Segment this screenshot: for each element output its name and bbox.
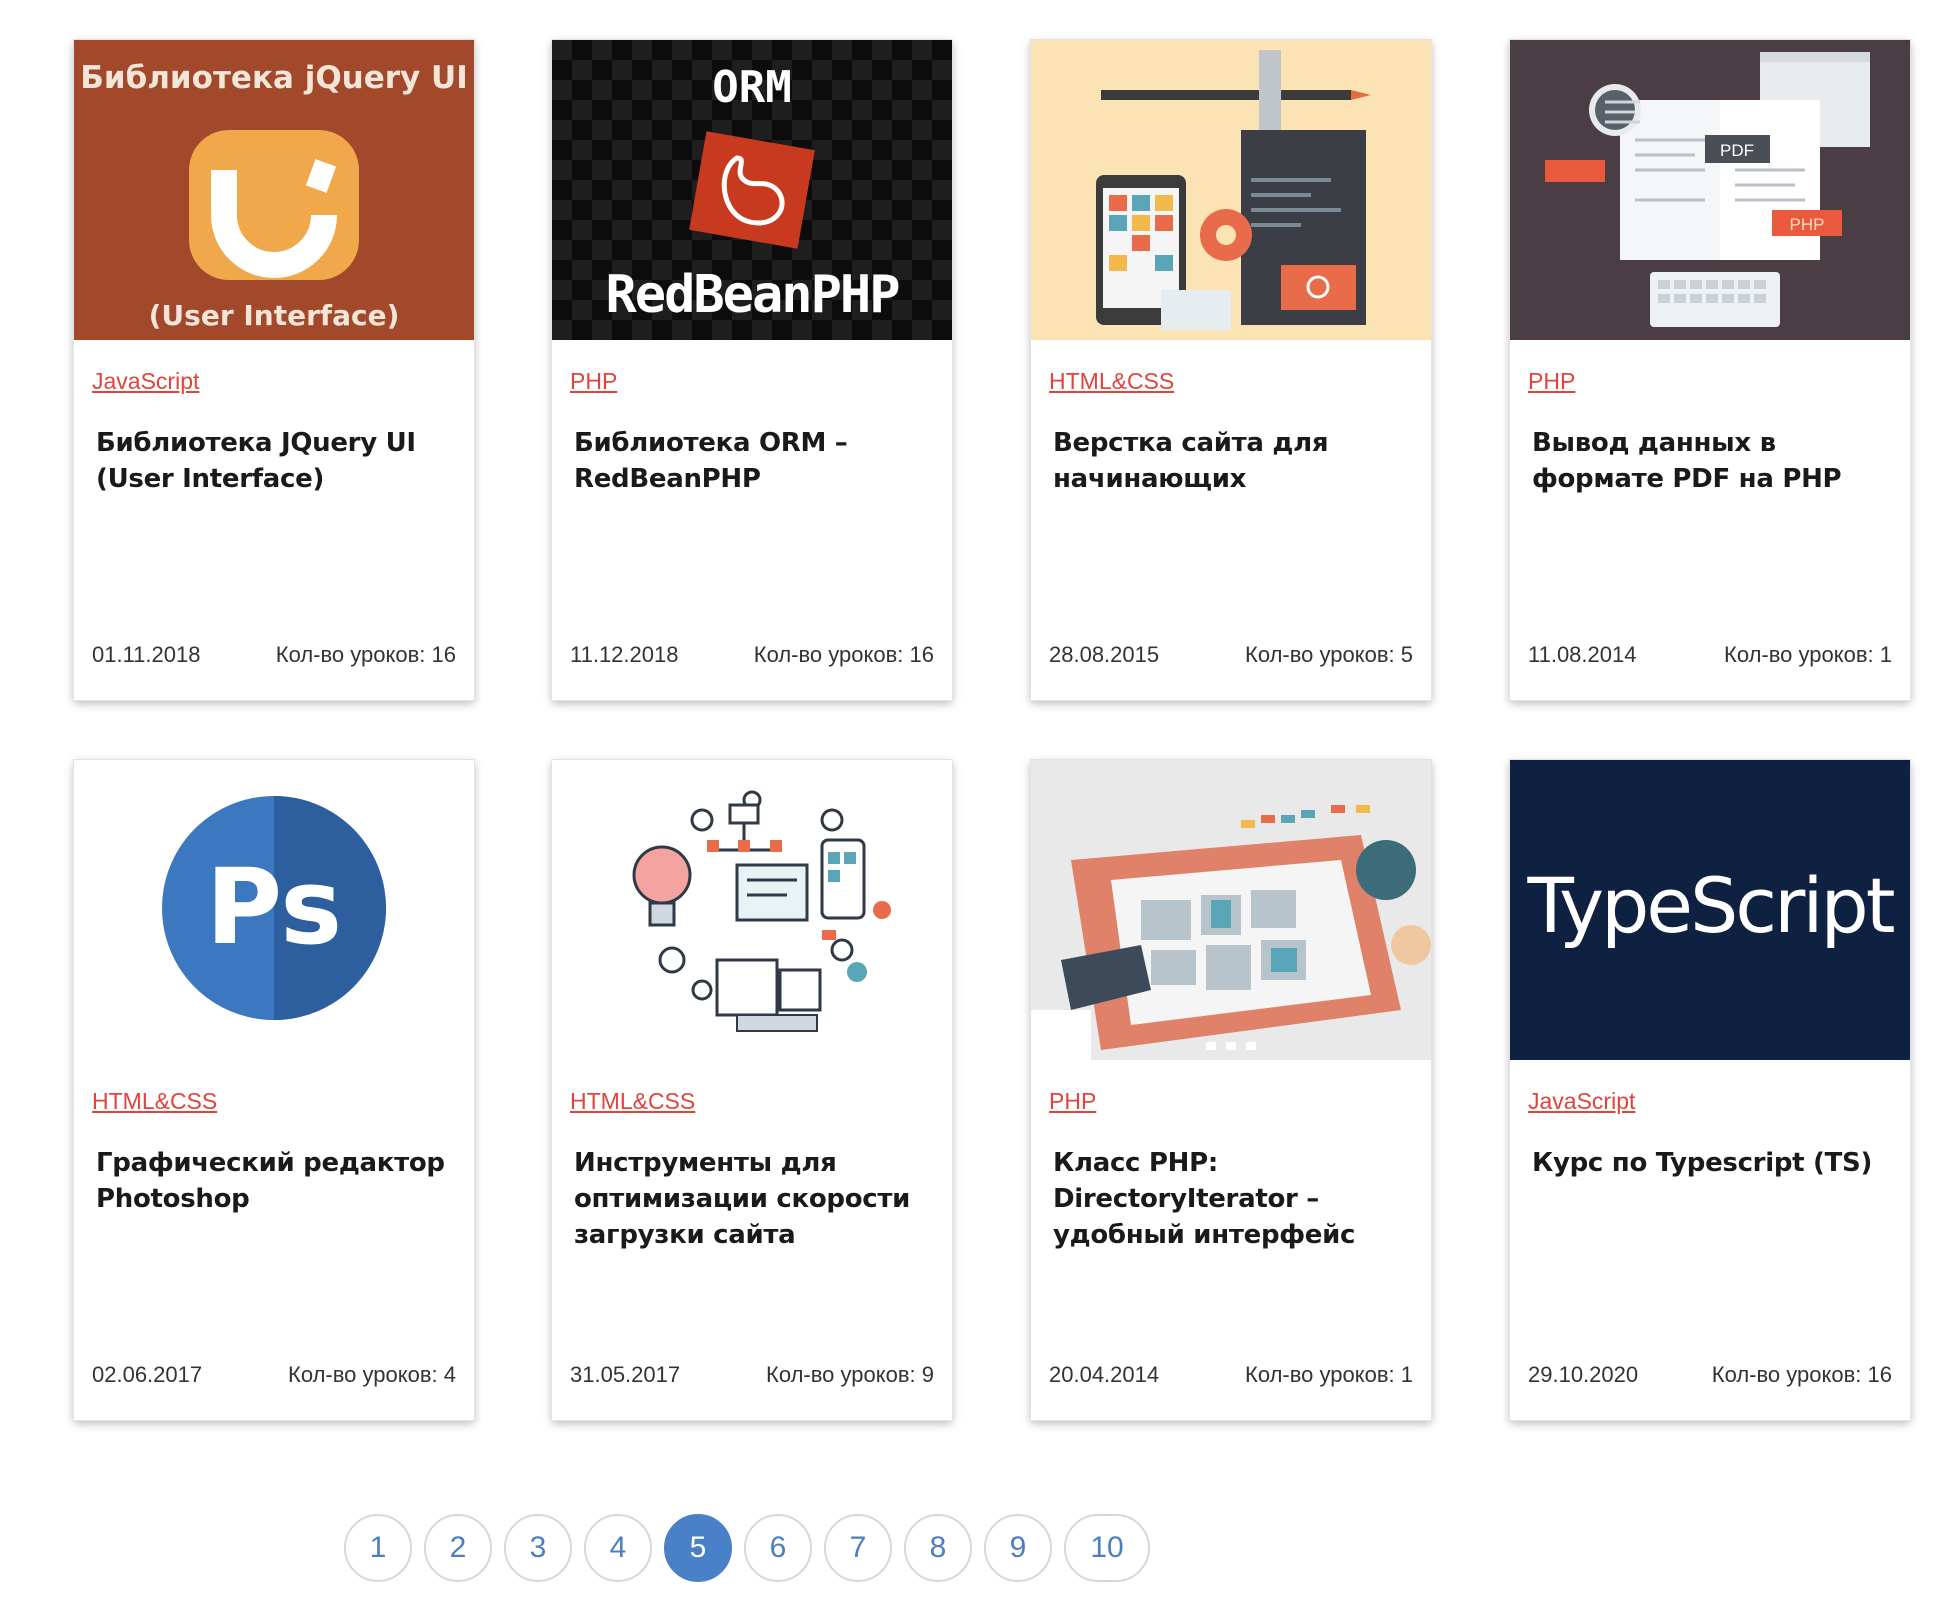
category-link[interactable]: HTML&CSS	[570, 1088, 695, 1115]
page-link-5-current[interactable]: 5	[664, 1514, 732, 1582]
course-thumbnail-pdf[interactable]: PDF PHP	[1510, 40, 1910, 340]
course-card[interactable]: Библиотека jQuery UI (User Interface) Ja…	[74, 40, 474, 700]
course-thumbnail-layout[interactable]	[1031, 40, 1431, 340]
pdf-document-illustration: PDF PHP	[1510, 40, 1910, 340]
page-link-2[interactable]: 2	[424, 1514, 492, 1582]
course-date: 28.08.2015	[1049, 642, 1160, 667]
course-date: 20.04.2014	[1049, 1362, 1160, 1387]
category-link[interactable]: HTML&CSS	[1049, 368, 1174, 395]
course-date: 29.10.2020	[1528, 1362, 1639, 1387]
course-date: 01.11.2018	[92, 642, 201, 667]
lesson-count: Кол-во уроков: 5	[1245, 642, 1413, 667]
typescript-text: TypeScript	[1527, 861, 1894, 950]
course-card[interactable]: TypeScript JavaScript Курс по Typescript…	[1510, 760, 1910, 1420]
page-link-1[interactable]: 1	[344, 1514, 412, 1582]
page-link-9[interactable]: 9	[984, 1514, 1052, 1582]
lesson-count: Кол-во уроков: 1	[1245, 1362, 1413, 1387]
lesson-count: Кол-во уроков: 16	[275, 642, 456, 667]
page-link-4[interactable]: 4	[584, 1514, 652, 1582]
browser-interface-illustration	[1031, 760, 1431, 1060]
course-title[interactable]: Курс по Typescript (TS)	[1532, 1145, 1892, 1181]
course-thumbnail-speed-tools[interactable]	[552, 760, 952, 1060]
thumb-text-line2: (User Interface)	[149, 299, 400, 332]
course-thumbnail-typescript[interactable]: TypeScript	[1510, 760, 1910, 1060]
thumb-text-line2: RedBeanPHP	[605, 265, 899, 325]
course-card[interactable]: PHP Класс PHP: DirectoryIterator – удобн…	[1031, 760, 1431, 1420]
course-title[interactable]: Вывод данных в формате PDF на PHP	[1532, 425, 1892, 497]
category-link[interactable]: PHP	[570, 368, 617, 395]
course-thumbnail-photoshop[interactable]: Ps	[74, 760, 474, 1060]
course-card[interactable]: HTML&CSS Инструменты для оптимизации ско…	[552, 760, 952, 1420]
course-card[interactable]: Ps HTML&CSS Графический редактор Photosh…	[74, 760, 474, 1420]
page-link-3[interactable]: 3	[504, 1514, 572, 1582]
lesson-count: Кол-во уроков: 4	[288, 1362, 456, 1387]
page-link-8[interactable]: 8	[904, 1514, 972, 1582]
redbean-logo: ORM RedBeanPHP	[552, 40, 952, 340]
course-title[interactable]: Библиотека ORM – RedBeanPHP	[574, 425, 934, 497]
category-link[interactable]: JavaScript	[92, 368, 199, 395]
course-title[interactable]: Класс PHP: DirectoryIterator – удобный и…	[1053, 1145, 1413, 1253]
category-link[interactable]: PHP	[1528, 368, 1575, 395]
thumb-text-line1: ORM	[712, 62, 791, 113]
page-link-7[interactable]: 7	[824, 1514, 892, 1582]
category-link[interactable]: JavaScript	[1528, 1088, 1635, 1115]
pdf-label: PDF	[1720, 141, 1754, 160]
course-title[interactable]: Инструменты для оптимизации скорости заг…	[574, 1145, 934, 1253]
ps-text: Ps	[206, 846, 342, 968]
course-thumbnail-directoryiterator[interactable]	[1031, 760, 1431, 1060]
course-title[interactable]: Верстка сайта для начинающих	[1053, 425, 1413, 497]
course-date: 11.08.2014	[1528, 642, 1637, 667]
jquery-ui-logo: Библиотека jQuery UI (User Interface)	[74, 40, 474, 340]
lesson-count: Кол-во уроков: 16	[753, 642, 934, 667]
thumb-text-line1: Библиотека jQuery UI	[80, 60, 468, 96]
optimization-tools-illustration	[552, 760, 952, 1060]
typescript-logo: TypeScript	[1510, 760, 1910, 1060]
category-link[interactable]: HTML&CSS	[92, 1088, 217, 1115]
web-design-illustration	[1031, 40, 1431, 340]
course-date: 02.06.2017	[92, 1362, 203, 1387]
php-label: PHP	[1790, 215, 1825, 234]
course-title[interactable]: Графический редактор Photoshop	[96, 1145, 456, 1217]
course-thumbnail-jqueryui[interactable]: Библиотека jQuery UI (User Interface)	[74, 40, 474, 340]
photoshop-logo: Ps	[74, 760, 474, 1060]
lesson-count: Кол-во уроков: 1	[1724, 642, 1892, 667]
course-thumbnail-redbean[interactable]: ORM RedBeanPHP	[552, 40, 952, 340]
course-card[interactable]: HTML&CSS Верстка сайта для начинающих 28…	[1031, 40, 1431, 700]
lesson-count: Кол-во уроков: 9	[766, 1362, 934, 1387]
category-link[interactable]: PHP	[1049, 1088, 1096, 1115]
lesson-count: Кол-во уроков: 16	[1711, 1362, 1892, 1387]
course-card[interactable]: PDF PHP PHP Вывод данных в формате PDF н…	[1510, 40, 1910, 700]
course-card[interactable]: ORM RedBeanPHP PHP Библиотека ORM – RedB…	[552, 40, 952, 700]
page-link-6[interactable]: 6	[744, 1514, 812, 1582]
page-link-10[interactable]: 10	[1064, 1514, 1150, 1582]
course-date: 11.12.2018	[570, 642, 679, 667]
course-date: 31.05.2017	[570, 1362, 681, 1387]
course-title[interactable]: Библиотека JQuery UI (User Interface)	[96, 425, 456, 497]
